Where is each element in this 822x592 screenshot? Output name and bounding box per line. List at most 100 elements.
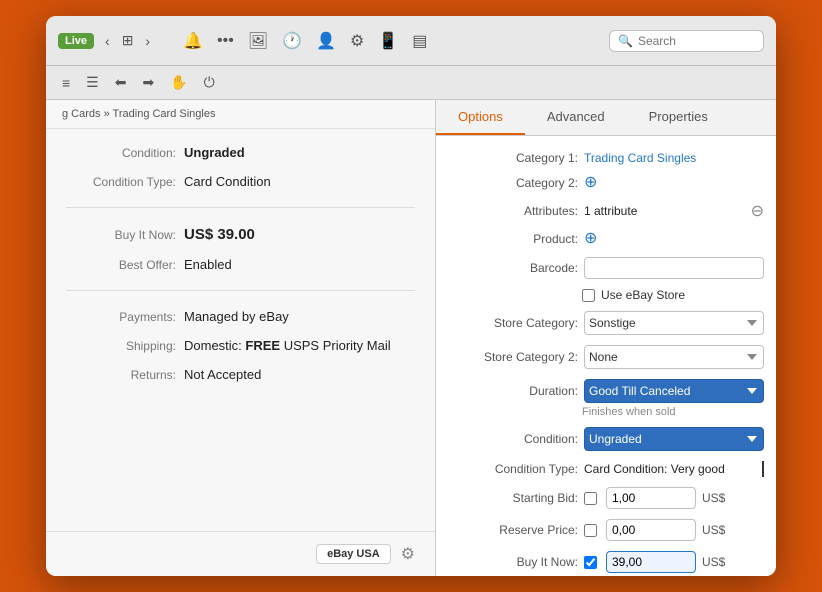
live-badge: Live <box>58 33 94 49</box>
gear-settings-button[interactable]: ⚙ <box>401 544 415 564</box>
shipping-row: Shipping: Domestic: FREE USPS Priority M… <box>66 338 415 353</box>
duration-label: Duration: <box>448 384 578 398</box>
options-form: Category 1: Trading Card Singles Categor… <box>436 136 776 576</box>
footer-row: eBay USA ⚙ <box>46 531 435 576</box>
sidebar-icon[interactable]: ▤ <box>412 31 427 51</box>
toolbar-nav: ‹ ⊞ › <box>100 30 155 51</box>
best-offer-label: Best Offer: <box>66 258 176 272</box>
duration-select[interactable]: Good Till Canceled <box>584 379 764 403</box>
returns-value: Not Accepted <box>184 367 261 382</box>
tab-options[interactable]: Options <box>436 100 525 135</box>
condition-value: Ungraded <box>184 145 245 160</box>
starting-bid-label: Starting Bid: <box>448 491 578 505</box>
buy-it-now-currency: US$ <box>702 555 737 569</box>
nav-back-button[interactable]: ‹ <box>100 31 115 51</box>
user-icon[interactable]: 👤 <box>316 31 336 51</box>
cursor-indicator <box>762 461 764 477</box>
buy-it-now-input[interactable] <box>606 551 696 573</box>
attributes-remove-button[interactable]: ⊖ <box>751 201 764 221</box>
use-ebay-store-checkbox[interactable] <box>582 289 595 302</box>
indent-button[interactable]: ➡ <box>136 71 160 94</box>
grid-view-button[interactable]: ⊞ <box>117 30 139 51</box>
shipping-value: Domestic: FREE USPS Priority Mail <box>184 338 391 353</box>
starting-bid-checkbox[interactable] <box>584 492 597 505</box>
ebay-badge: eBay USA <box>316 544 391 564</box>
store-category-select[interactable]: Sonstige <box>584 311 764 335</box>
list-ordered-button[interactable]: ☰ <box>80 71 105 94</box>
content-area: g Cards » Trading Card Singles Condition… <box>46 100 776 576</box>
outdent-button[interactable]: ⬅ <box>109 71 133 94</box>
image-icon[interactable]: 🖼 <box>248 31 268 51</box>
attributes-row: Attributes: 1 attribute ⊖ <box>444 196 768 226</box>
condition-type-opt-label: Condition Type: <box>448 462 578 476</box>
search-box[interactable]: 🔍 <box>609 30 764 52</box>
buy-it-now-value: US$ 39.00 <box>184 226 255 243</box>
search-input[interactable] <box>638 34 755 48</box>
condition-type-row: Condition Type: Card Condition <box>66 174 415 189</box>
barcode-row: Barcode: <box>444 252 768 284</box>
item-details-section: Condition: Ungraded Condition Type: Card… <box>46 129 435 398</box>
returns-row: Returns: Not Accepted <box>66 367 415 382</box>
device-icon[interactable]: 📱 <box>378 31 398 51</box>
bell-icon[interactable]: 🔔 <box>183 31 203 51</box>
reserve-price-row: Reserve Price: US$ <box>444 514 768 546</box>
returns-label: Returns: <box>66 368 176 382</box>
toolbar: Live ‹ ⊞ › 🔔 ••• 🖼 🕐 👤 ⚙ 📱 ▤ 🔍 <box>46 16 776 66</box>
tab-advanced[interactable]: Advanced <box>525 100 627 135</box>
reserve-price-input[interactable] <box>606 519 696 541</box>
duration-hint: Finishes when sold <box>444 406 768 418</box>
sub-toolbar: ≡ ☰ ⬅ ➡ ✋ ⏻ <box>46 66 776 100</box>
category1-label: Category 1: <box>448 151 578 165</box>
category2-row: Category 2: ⊕ <box>444 170 768 196</box>
condition-select[interactable]: Ungraded <box>584 427 764 451</box>
clock-icon[interactable]: 🕐 <box>282 31 302 51</box>
product-row: Product: ⊕ <box>444 226 768 252</box>
starting-bid-input[interactable] <box>606 487 696 509</box>
condition-row: Condition: Ungraded <box>66 145 415 160</box>
reserve-price-label: Reserve Price: <box>448 523 578 537</box>
store-category-label: Store Category: <box>448 316 578 330</box>
toolbar-icons: 🔔 ••• 🖼 🕐 👤 ⚙ 📱 ▤ <box>183 31 427 51</box>
store-category2-row: Store Category 2: None <box>444 340 768 374</box>
product-label: Product: <box>448 232 578 246</box>
attributes-label: Attributes: <box>448 204 578 218</box>
reserve-price-checkbox[interactable] <box>584 524 597 537</box>
right-panel: Options Advanced Properties Category 1: … <box>436 100 776 576</box>
category2-label: Category 2: <box>448 176 578 190</box>
shipping-label: Shipping: <box>66 339 176 353</box>
condition-type-label: Condition Type: <box>66 175 176 189</box>
store-category2-select[interactable]: None <box>584 345 764 369</box>
use-ebay-store-label: Use eBay Store <box>601 288 685 302</box>
buy-it-now-checkbox[interactable] <box>584 556 597 569</box>
condition-type-opt-row: Condition Type: Card Condition: Very goo… <box>444 456 768 482</box>
search-icon: 🔍 <box>618 34 633 48</box>
buy-it-now-label: Buy It Now: <box>66 228 176 242</box>
power-button[interactable]: ⏻ <box>198 71 221 94</box>
attributes-value: 1 attribute <box>584 204 745 218</box>
hand-tool-button[interactable]: ✋ <box>164 71 193 94</box>
list-unordered-button[interactable]: ≡ <box>56 72 76 94</box>
nav-forward-button[interactable]: › <box>140 31 155 51</box>
duration-row: Duration: Good Till Canceled <box>444 374 768 408</box>
starting-bid-row: Starting Bid: US$ <box>444 482 768 514</box>
category1-value: Trading Card Singles <box>584 151 764 165</box>
best-offer-row: Best Offer: Enabled <box>66 257 415 272</box>
toolbar-left: Live ‹ ⊞ › <box>58 30 155 51</box>
reserve-price-currency: US$ <box>702 523 737 537</box>
ebay-store-row: Use eBay Store <box>444 284 768 306</box>
buy-it-now-row: Buy It Now: US$ 39.00 <box>66 226 415 243</box>
more-icon[interactable]: ••• <box>217 32 234 50</box>
condition-type-value: Card Condition <box>184 174 271 189</box>
barcode-input[interactable] <box>584 257 764 279</box>
store-category2-label: Store Category 2: <box>448 350 578 364</box>
condition-opt-row: Condition: Ungraded <box>444 422 768 456</box>
starting-bid-currency: US$ <box>702 491 737 505</box>
best-offer-value: Enabled <box>184 257 232 272</box>
settings-icon[interactable]: ⚙ <box>350 31 364 51</box>
tab-properties[interactable]: Properties <box>627 100 730 135</box>
buy-it-now-opt-row: Buy It Now: US$ <box>444 546 768 576</box>
category2-add-button[interactable]: ⊕ <box>584 175 597 191</box>
product-add-button[interactable]: ⊕ <box>584 231 597 247</box>
left-panel: g Cards » Trading Card Singles Condition… <box>46 100 436 576</box>
right-tabs: Options Advanced Properties <box>436 100 776 136</box>
